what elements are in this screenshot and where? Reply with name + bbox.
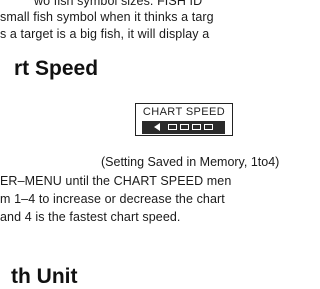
speed-segment-3	[192, 124, 201, 130]
speed-segment-1	[168, 124, 177, 130]
manual-page: wo fish symbol sizes. FISH ID small fish…	[0, 0, 288, 288]
body-line-3: and 4 is the fastest chart speed.	[0, 210, 181, 224]
section-heading-chart-speed: rt Speed	[14, 57, 99, 80]
intro-line-1: wo fish symbol sizes. FISH ID	[34, 0, 203, 8]
intro-line-2: small fish symbol when it thinks a targ	[0, 10, 214, 24]
speed-segment-4	[204, 124, 213, 130]
left-arrow-icon	[154, 123, 160, 131]
lcd-title: CHART SPEED	[142, 106, 226, 118]
section-heading-depth-unit: th Unit	[11, 265, 78, 288]
intro-line-3: s a target is a big fish, it will displa…	[0, 27, 210, 41]
lcd-speed-bar	[142, 121, 225, 134]
memory-caption: (Setting Saved in Memory, 1to4)	[101, 155, 280, 169]
speed-segment-2	[180, 124, 189, 130]
body-line-2: m 1–4 to increase or decrease the chart	[0, 192, 225, 206]
chart-speed-lcd-display: CHART SPEED	[135, 103, 233, 136]
body-line-1: ER–MENU until the CHART SPEED men	[0, 174, 232, 188]
